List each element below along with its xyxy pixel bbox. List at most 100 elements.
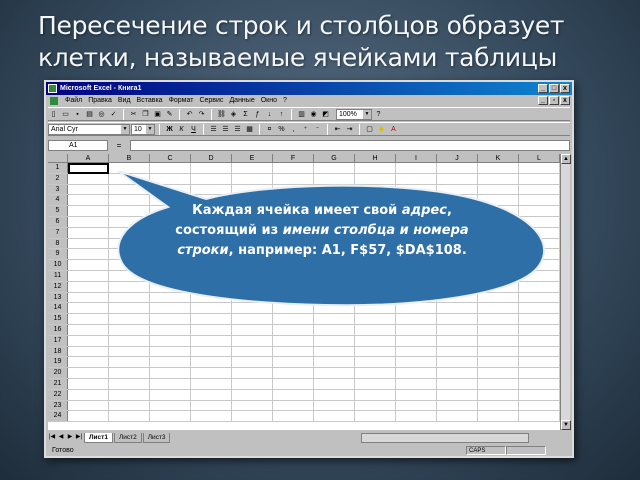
row-cells[interactable]	[68, 346, 560, 357]
row-header[interactable]: 16	[48, 324, 68, 335]
row-header[interactable]: 12	[48, 281, 68, 292]
increase-decimal-icon[interactable]: ⁺	[300, 124, 311, 135]
row-header[interactable]: 5	[48, 206, 68, 216]
comma-button[interactable]: ,	[288, 124, 299, 135]
select-all-button[interactable]	[48, 154, 68, 163]
font-size-select[interactable]: 10 ▼	[131, 123, 155, 135]
web-icon[interactable]: ◈	[228, 109, 239, 120]
column-header[interactable]: L	[519, 154, 560, 163]
row-cells[interactable]	[68, 335, 560, 346]
paste-icon[interactable]: ▣	[152, 109, 163, 120]
sort-asc-icon[interactable]: ↓	[264, 109, 275, 120]
row-header[interactable]: 15	[48, 314, 68, 324]
borders-icon[interactable]: ▢	[364, 124, 375, 135]
row-cells[interactable]	[68, 314, 560, 324]
menu-help[interactable]: ?	[280, 97, 290, 104]
column-header[interactable]: E	[232, 154, 273, 163]
first-sheet-icon[interactable]: |◀	[48, 433, 56, 442]
tab-sheet3[interactable]: Лист3	[142, 432, 171, 443]
column-header[interactable]: H	[355, 154, 396, 163]
column-header[interactable]: D	[191, 154, 232, 163]
row-header[interactable]: 18	[48, 346, 68, 357]
column-header[interactable]: J	[437, 154, 478, 163]
column-header[interactable]: B	[109, 154, 150, 163]
row-header[interactable]: 20	[48, 368, 68, 378]
zoom-select[interactable]: 100% ▼	[336, 108, 372, 120]
sort-desc-icon[interactable]: ↑	[276, 109, 287, 120]
row-header[interactable]: 1	[48, 163, 68, 173]
scroll-down-icon[interactable]: ▼	[561, 420, 571, 430]
redo-icon[interactable]: ↷	[196, 109, 207, 120]
doc-restore-button[interactable]: ▫	[549, 96, 559, 105]
document-icon[interactable]	[50, 96, 58, 105]
row-header[interactable]: 11	[48, 270, 68, 281]
chart-icon[interactable]: ▥	[296, 109, 307, 120]
prev-sheet-icon[interactable]: ◀	[57, 433, 65, 442]
row-cells[interactable]	[68, 357, 560, 368]
row-header[interactable]: 10	[48, 260, 68, 270]
row-header[interactable]: 23	[48, 400, 68, 411]
row-header[interactable]: 2	[48, 173, 68, 184]
align-left-icon[interactable]: ☰	[208, 124, 219, 135]
row-header[interactable]: 24	[48, 411, 68, 422]
align-center-icon[interactable]: ☰	[220, 124, 231, 135]
column-header[interactable]: C	[150, 154, 191, 163]
row-header[interactable]: 3	[48, 184, 68, 195]
column-header[interactable]: K	[478, 154, 519, 163]
cut-icon[interactable]: ✂	[128, 109, 139, 120]
name-box[interactable]: A1	[48, 139, 108, 151]
minimize-button[interactable]: _	[538, 84, 548, 93]
sum-icon[interactable]: Σ	[240, 109, 251, 120]
row-header[interactable]: 7	[48, 227, 68, 238]
column-header[interactable]: G	[314, 154, 355, 163]
row-header[interactable]: 8	[48, 238, 68, 249]
row-cells[interactable]	[68, 324, 560, 335]
bold-button[interactable]: Ж	[164, 124, 175, 135]
save-icon[interactable]: ▪	[72, 109, 83, 120]
row-cells[interactable]	[68, 368, 560, 378]
doc-minimize-button[interactable]: _	[538, 96, 548, 105]
new-icon[interactable]: ▯	[48, 109, 59, 120]
menu-window[interactable]: Окно	[258, 97, 280, 104]
decrease-decimal-icon[interactable]: ⁻	[312, 124, 323, 135]
column-header[interactable]: I	[396, 154, 437, 163]
help-icon[interactable]: ?	[373, 109, 384, 120]
percent-button[interactable]: %	[276, 124, 287, 135]
row-header[interactable]: 6	[48, 216, 68, 227]
function-icon[interactable]: ƒ	[252, 109, 263, 120]
row-cells[interactable]	[68, 389, 560, 400]
last-sheet-icon[interactable]: ▶|	[75, 433, 83, 442]
italic-button[interactable]: К	[176, 124, 187, 135]
underline-button[interactable]: Ч	[188, 124, 199, 135]
vertical-scrollbar[interactable]: ▲ ▼	[560, 154, 571, 430]
row-cells[interactable]	[68, 411, 560, 422]
row-header[interactable]: 17	[48, 335, 68, 346]
column-header[interactable]: F	[273, 154, 314, 163]
font-color-icon[interactable]: A	[388, 124, 399, 135]
horizontal-scrollbar[interactable]	[361, 432, 530, 443]
format-painter-icon[interactable]: ✎	[164, 109, 175, 120]
tab-sheet2[interactable]: Лист2	[113, 432, 142, 443]
merge-center-icon[interactable]: ▦	[244, 124, 255, 135]
print-icon[interactable]: ▤	[84, 109, 95, 120]
tab-sheet1[interactable]: Лист1	[84, 432, 113, 443]
row-header[interactable]: 13	[48, 292, 68, 303]
row-header[interactable]: 19	[48, 357, 68, 368]
drawing-icon[interactable]: ◩	[320, 109, 331, 120]
scroll-up-icon[interactable]: ▲	[561, 154, 571, 164]
map-icon[interactable]: ◉	[308, 109, 319, 120]
row-header[interactable]: 14	[48, 303, 68, 314]
fill-color-icon[interactable]: ◆	[376, 124, 387, 135]
hyperlink-icon[interactable]: ⛓	[216, 109, 227, 120]
align-right-icon[interactable]: ☰	[232, 124, 243, 135]
menu-insert[interactable]: Вставка	[134, 97, 166, 104]
menu-tools[interactable]: Сервис	[196, 97, 226, 104]
copy-icon[interactable]: ❐	[140, 109, 151, 120]
decrease-indent-icon[interactable]: ⇤	[332, 124, 343, 135]
preview-icon[interactable]: ◎	[96, 109, 107, 120]
menu-view[interactable]: Вид	[115, 97, 134, 104]
undo-icon[interactable]: ↶	[184, 109, 195, 120]
open-icon[interactable]: ▭	[60, 109, 71, 120]
row-cells[interactable]	[68, 400, 560, 411]
menu-file[interactable]: Файл	[62, 97, 85, 104]
